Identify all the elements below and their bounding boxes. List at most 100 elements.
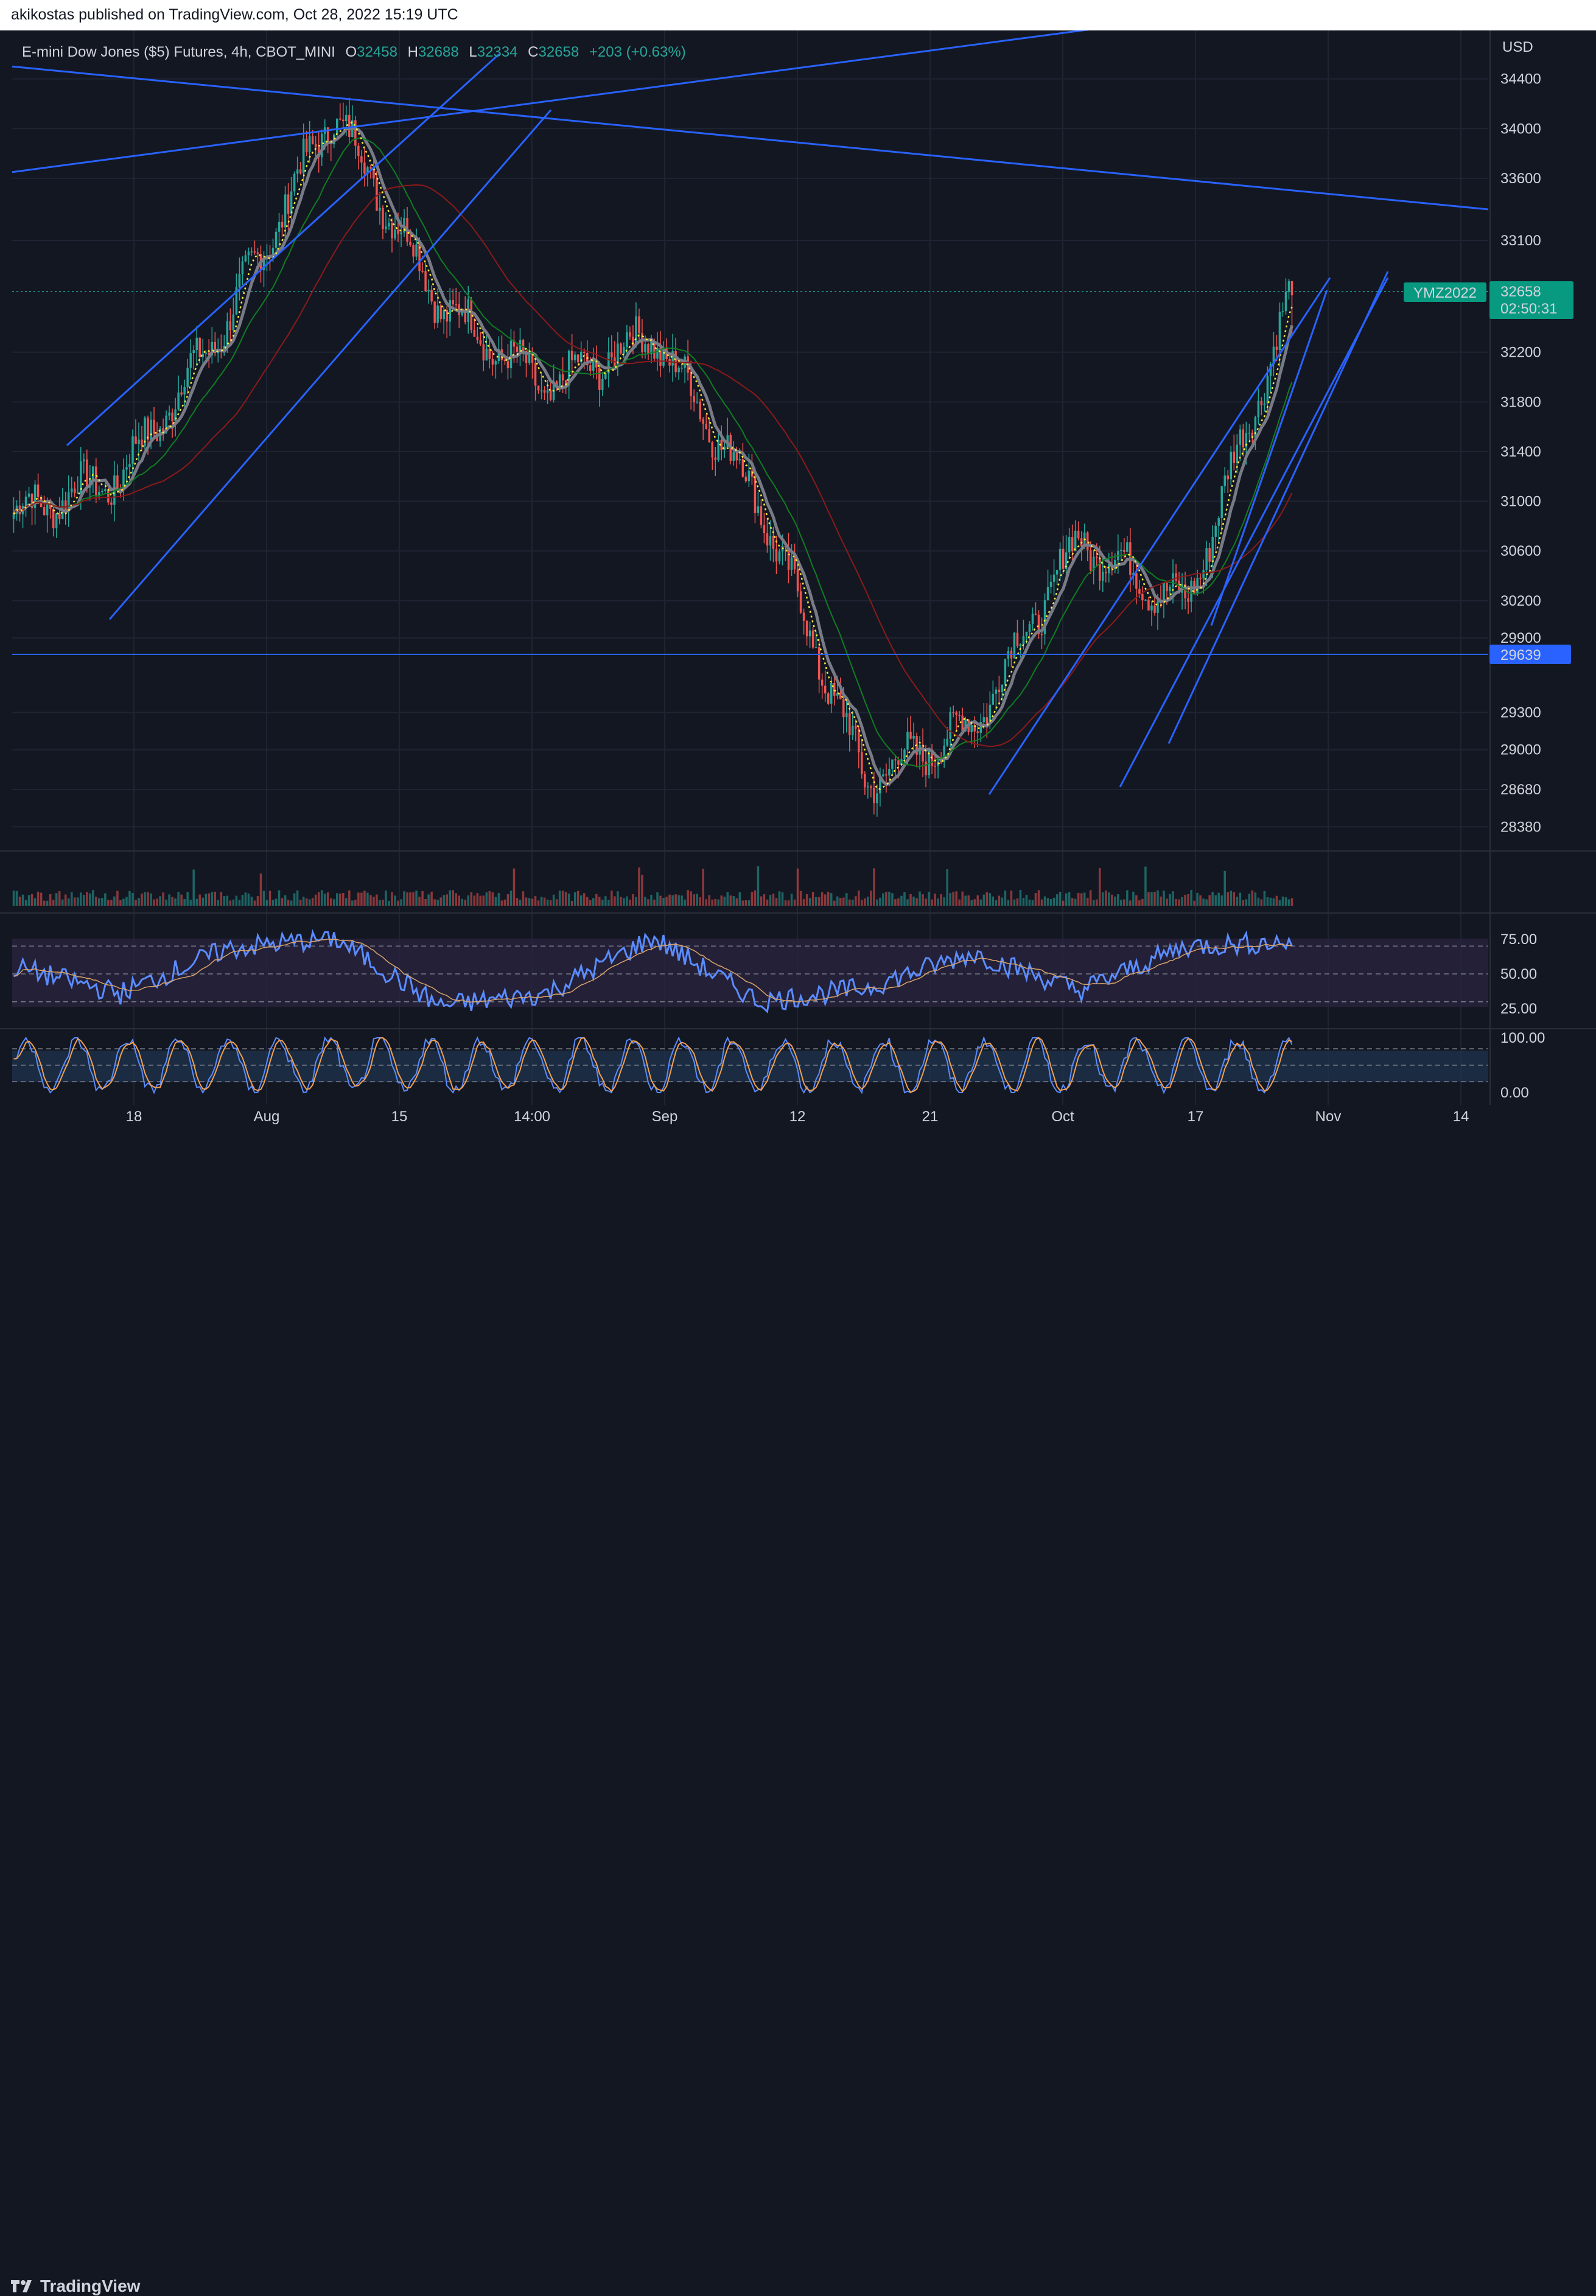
volume-bar	[497, 893, 500, 906]
candle-body	[1202, 570, 1205, 578]
candle-body	[1227, 475, 1229, 480]
tradingview-logo[interactable]: TradingView	[11, 2277, 140, 2296]
volume-bar	[369, 895, 372, 906]
volume-bar	[1290, 898, 1293, 906]
candle-body	[540, 390, 543, 391]
candle-body	[275, 231, 278, 248]
volume-bar	[934, 894, 936, 906]
candle-body	[198, 337, 201, 357]
candle-body	[1102, 572, 1104, 581]
volume-bar	[1278, 900, 1281, 906]
candle-body	[1019, 644, 1022, 646]
volume-bar	[903, 892, 906, 906]
candle-body	[470, 299, 473, 331]
volume-bar	[217, 900, 220, 906]
candle-body	[336, 118, 338, 135]
volume-bar	[177, 892, 180, 906]
volume-bar	[262, 891, 265, 906]
rsi-tick-label: 25.00	[1500, 1001, 1537, 1017]
volume-bar	[579, 895, 583, 906]
candle-body	[98, 492, 100, 495]
chart-area[interactable]: 34400 34000 33600 33100 32200 31800 31400 31000…	[0, 30, 1596, 1132]
volume-bar	[958, 899, 961, 906]
candle-body	[24, 496, 27, 506]
symbol-legend[interactable]: E-mini Dow Jones ($5) Futures, 4h, CBOT_…	[22, 44, 686, 61]
volume-bar	[379, 900, 381, 906]
volume-bar	[1251, 890, 1254, 906]
volume-bar	[754, 890, 757, 906]
candle-body	[611, 352, 613, 358]
volume-bar	[1043, 896, 1046, 906]
volume-bar	[1105, 890, 1107, 906]
volume-bar	[839, 898, 842, 906]
candle-body	[598, 367, 601, 390]
candle-body	[180, 392, 183, 395]
candle-body	[549, 390, 552, 400]
volume-bar	[397, 900, 399, 906]
volume-bar	[528, 898, 531, 906]
candle-body	[922, 744, 924, 762]
volume-bar	[650, 894, 653, 906]
volume-bar	[632, 894, 634, 906]
close-value: 32658	[538, 44, 579, 60]
candle-body	[747, 471, 751, 481]
candle-body	[1190, 581, 1192, 602]
volume-bar	[308, 899, 311, 906]
volume-bar	[861, 900, 863, 906]
candle-body	[693, 396, 695, 402]
candle-body	[70, 488, 73, 492]
candle-body	[12, 514, 15, 519]
candle-body	[153, 419, 155, 434]
volume-bar	[864, 898, 866, 906]
volume-bar	[1205, 899, 1208, 906]
volume-bar	[873, 868, 875, 906]
volume-bar	[629, 899, 631, 906]
candle-body	[354, 120, 357, 146]
volume-bar	[964, 895, 967, 906]
candle-body	[909, 732, 912, 739]
candle-body	[814, 647, 817, 648]
ma-gray-line	[12, 126, 1293, 786]
volume-bar	[1138, 900, 1141, 906]
volume-bar	[382, 900, 384, 906]
candle-body	[796, 569, 799, 592]
candle-body	[409, 242, 411, 245]
volume-bar	[817, 897, 821, 906]
time-tick-label: 12	[789, 1108, 806, 1125]
volume-bar	[833, 900, 836, 906]
volume-bar	[668, 894, 671, 906]
trendlines[interactable]	[12, 30, 1489, 796]
candle-body	[427, 290, 430, 292]
volume-bar	[555, 899, 558, 906]
volume-bar	[979, 899, 982, 906]
candle-body	[1105, 572, 1107, 573]
volume-bar	[714, 898, 716, 906]
candle-body	[732, 452, 735, 461]
volume-bar	[662, 898, 665, 906]
candle-body	[717, 439, 720, 460]
volume-bar	[473, 895, 476, 906]
volume-bar	[107, 900, 110, 906]
brand-text: TradingView	[40, 2277, 141, 2295]
time-tick-label: 18	[126, 1108, 142, 1125]
candle-body	[473, 330, 476, 337]
volume-bar	[424, 898, 427, 906]
candle-body	[849, 713, 851, 735]
candle-body	[976, 731, 979, 733]
open-value: 32458	[357, 44, 397, 60]
candle-body	[141, 439, 143, 446]
volume-bar	[1166, 898, 1168, 906]
candle-body	[1233, 452, 1236, 463]
candle-body	[561, 374, 564, 380]
volume-bar	[268, 891, 271, 906]
volume-bar	[949, 893, 951, 906]
candle-body	[421, 271, 424, 272]
candle-body	[1175, 573, 1177, 581]
volume-bar	[1230, 891, 1233, 906]
volume-bar	[790, 894, 793, 906]
volume-bar	[1254, 892, 1257, 906]
volume-bar	[769, 895, 772, 906]
volume-bar	[766, 899, 769, 906]
candle-body	[1239, 429, 1242, 445]
volume-bar	[989, 893, 992, 906]
